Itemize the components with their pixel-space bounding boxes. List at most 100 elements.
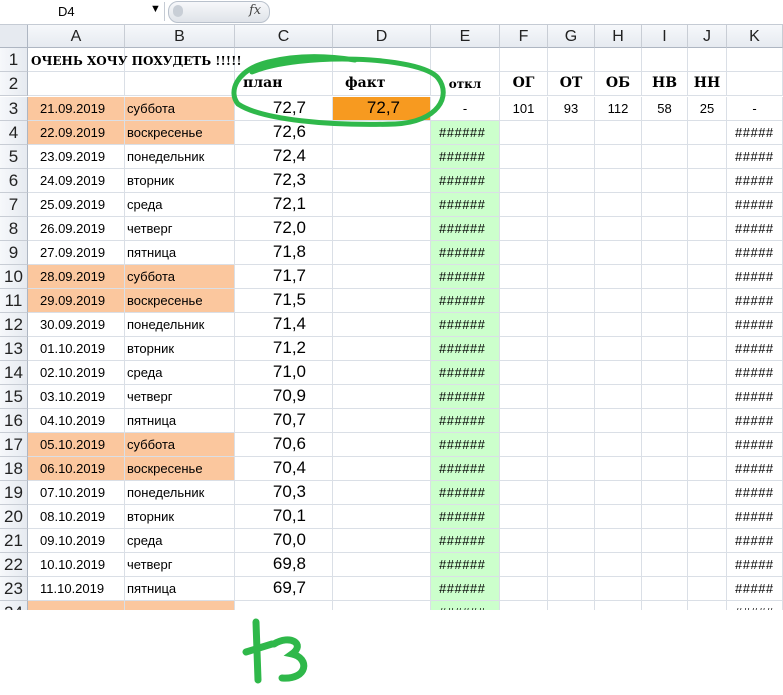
row-header-12[interactable]: 12: [0, 313, 28, 337]
cell-f9[interactable]: [500, 241, 548, 265]
cell-k18[interactable]: #####: [727, 457, 783, 481]
cell-e5[interactable]: ######: [431, 145, 500, 169]
cell-d13[interactable]: [333, 337, 431, 361]
cell-e11[interactable]: ######: [431, 289, 500, 313]
cell-g18[interactable]: [548, 457, 595, 481]
cell-d19[interactable]: [333, 481, 431, 505]
cell-f5[interactable]: [500, 145, 548, 169]
column-header-h[interactable]: H: [595, 25, 642, 48]
cell-a4[interactable]: 22.09.2019: [28, 121, 125, 145]
cell-h13[interactable]: [595, 337, 642, 361]
cell-b20[interactable]: вторник: [125, 505, 235, 529]
cell-i24[interactable]: [642, 601, 688, 610]
resize-handle-icon[interactable]: [173, 5, 183, 17]
cell-d1[interactable]: [333, 48, 431, 72]
column-header-k[interactable]: K: [727, 25, 783, 48]
column-header-f[interactable]: F: [500, 25, 548, 48]
cell-i22[interactable]: [642, 553, 688, 577]
cell-h20[interactable]: [595, 505, 642, 529]
cell-a18[interactable]: 06.10.2019: [28, 457, 125, 481]
cell-i23[interactable]: [642, 577, 688, 601]
cell-e18[interactable]: ######: [431, 457, 500, 481]
cell-c19[interactable]: 70,3: [235, 481, 333, 505]
row-header-1[interactable]: 1: [0, 48, 28, 72]
cell-f10[interactable]: [500, 265, 548, 289]
cell-d11[interactable]: [333, 289, 431, 313]
formula-bar-expander[interactable]: fx: [168, 1, 270, 23]
select-all-corner[interactable]: [0, 25, 28, 48]
function-icon[interactable]: fx: [249, 3, 261, 18]
column-header-a[interactable]: A: [28, 25, 125, 48]
cell-b13[interactable]: вторник: [125, 337, 235, 361]
cell-h2[interactable]: ОБ: [595, 72, 642, 96]
cell-e6[interactable]: ######: [431, 169, 500, 193]
cell-b3[interactable]: суббота: [125, 97, 235, 121]
cell-b9[interactable]: пятница: [125, 241, 235, 265]
row-header-10[interactable]: 10: [0, 265, 28, 289]
cell-k2[interactable]: [727, 72, 783, 96]
cell-e2[interactable]: откл: [431, 72, 500, 96]
row-header-3[interactable]: 3: [0, 97, 28, 121]
cell-i7[interactable]: [642, 193, 688, 217]
cell-j8[interactable]: [688, 217, 727, 241]
cell-k15[interactable]: #####: [727, 385, 783, 409]
cell-f21[interactable]: [500, 529, 548, 553]
cell-d24[interactable]: [333, 601, 431, 610]
cell-h12[interactable]: [595, 313, 642, 337]
cell-c23[interactable]: 69,7: [235, 577, 333, 601]
row-header-15[interactable]: 15: [0, 385, 28, 409]
cell-k24[interactable]: #####: [727, 601, 783, 610]
cell-j22[interactable]: [688, 553, 727, 577]
cell-j6[interactable]: [688, 169, 727, 193]
column-header-i[interactable]: I: [642, 25, 688, 48]
cell-g19[interactable]: [548, 481, 595, 505]
cell-f23[interactable]: [500, 577, 548, 601]
cell-k8[interactable]: #####: [727, 217, 783, 241]
cell-a20[interactable]: 08.10.2019: [28, 505, 125, 529]
row-header-20[interactable]: 20: [0, 505, 28, 529]
cell-e17[interactable]: ######: [431, 433, 500, 457]
column-header-d[interactable]: D: [333, 25, 431, 48]
row-header-19[interactable]: 19: [0, 481, 28, 505]
cell-g2[interactable]: ОТ: [548, 72, 595, 96]
cell-g17[interactable]: [548, 433, 595, 457]
cell-f8[interactable]: [500, 217, 548, 241]
cell-g3[interactable]: 93: [548, 97, 595, 121]
column-header-e[interactable]: E: [431, 25, 500, 48]
cell-j10[interactable]: [688, 265, 727, 289]
cell-c24[interactable]: [235, 601, 333, 610]
cell-d9[interactable]: [333, 241, 431, 265]
cell-b10[interactable]: суббота: [125, 265, 235, 289]
cell-j21[interactable]: [688, 529, 727, 553]
cell-e20[interactable]: ######: [431, 505, 500, 529]
row-header-6[interactable]: 6: [0, 169, 28, 193]
cell-d3[interactable]: 72,7: [333, 97, 431, 121]
cell-i11[interactable]: [642, 289, 688, 313]
cell-g9[interactable]: [548, 241, 595, 265]
cell-f13[interactable]: [500, 337, 548, 361]
cell-k23[interactable]: #####: [727, 577, 783, 601]
cell-d7[interactable]: [333, 193, 431, 217]
cell-i15[interactable]: [642, 385, 688, 409]
cell-a15[interactable]: 03.10.2019: [28, 385, 125, 409]
cell-f2[interactable]: ОГ: [500, 72, 548, 96]
cell-d14[interactable]: [333, 361, 431, 385]
cell-h23[interactable]: [595, 577, 642, 601]
cell-h22[interactable]: [595, 553, 642, 577]
cell-i10[interactable]: [642, 265, 688, 289]
cell-i20[interactable]: [642, 505, 688, 529]
cell-c15[interactable]: 70,9: [235, 385, 333, 409]
cell-d10[interactable]: [333, 265, 431, 289]
cell-c16[interactable]: 70,7: [235, 409, 333, 433]
cell-d15[interactable]: [333, 385, 431, 409]
cell-b22[interactable]: четверг: [125, 553, 235, 577]
row-header-22[interactable]: 22: [0, 553, 28, 577]
cell-e12[interactable]: ######: [431, 313, 500, 337]
cell-c9[interactable]: 71,8: [235, 241, 333, 265]
cell-f22[interactable]: [500, 553, 548, 577]
name-box[interactable]: D4 ▼: [0, 2, 165, 21]
cell-h1[interactable]: [595, 48, 642, 72]
cell-a17[interactable]: 05.10.2019: [28, 433, 125, 457]
cell-g22[interactable]: [548, 553, 595, 577]
row-header-21[interactable]: 21: [0, 529, 28, 553]
